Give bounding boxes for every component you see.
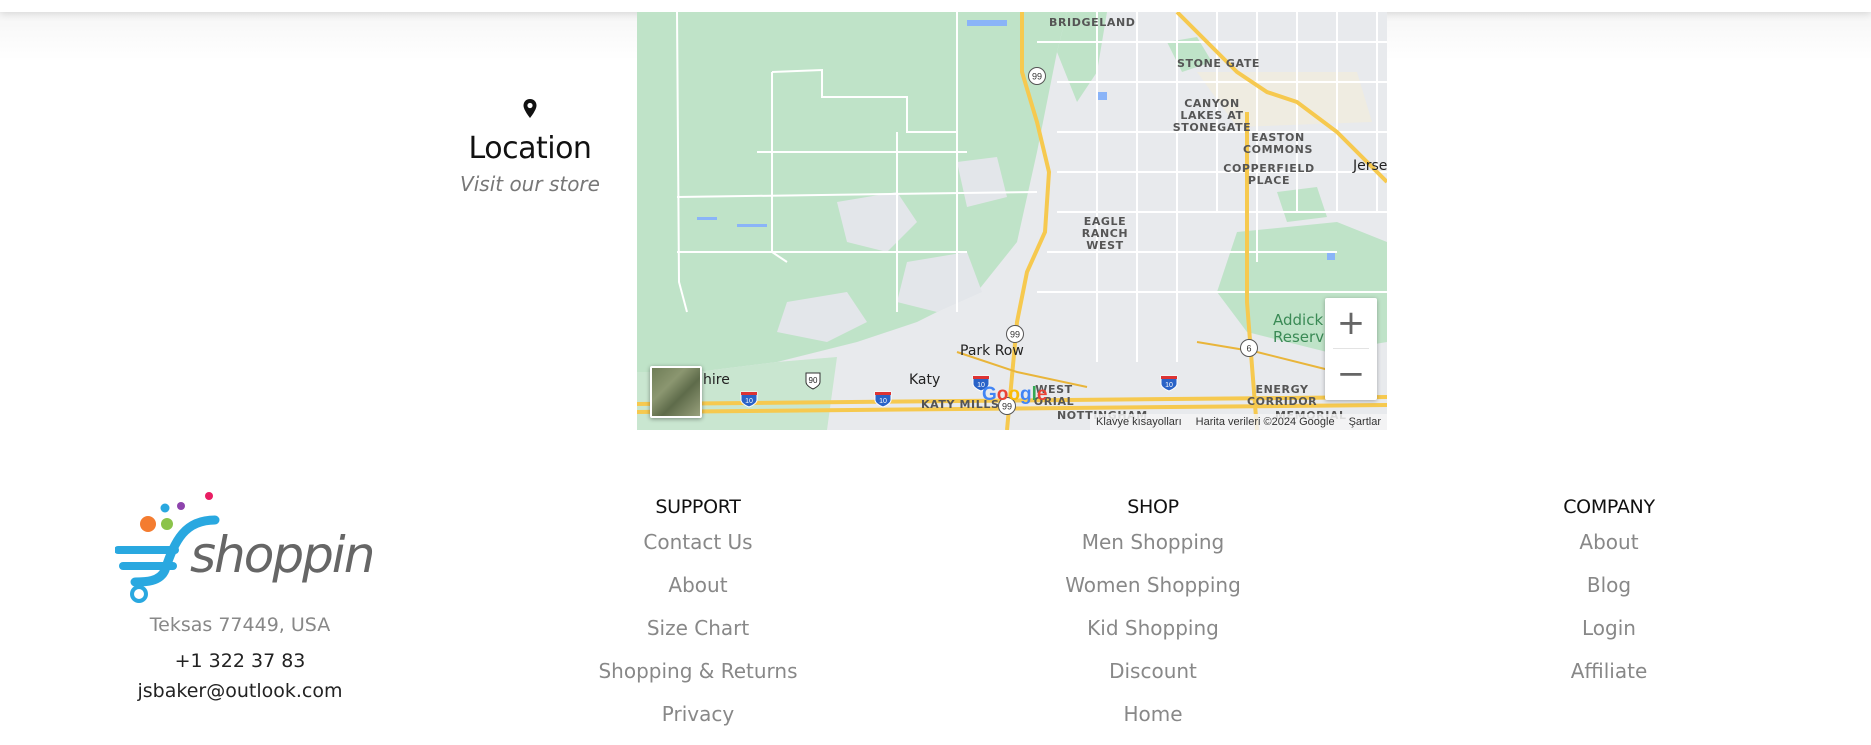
footer-link-about[interactable]: About xyxy=(548,573,848,616)
svg-text:10: 10 xyxy=(879,398,887,405)
footer-address: Teksas 77449, USA xyxy=(149,614,331,636)
place-easton-commons: EASTON COMMONS xyxy=(1243,131,1313,156)
place-jersey: Jerse xyxy=(1353,158,1387,174)
footer-link-kid-shopping[interactable]: Kid Shopping xyxy=(1003,616,1303,659)
location-block: Location Visit our store xyxy=(440,98,620,196)
footer-link-home[interactable]: Home xyxy=(1003,702,1303,745)
footer-link-company-about[interactable]: About xyxy=(1459,530,1759,573)
interstate-shield-icon: 10 xyxy=(874,391,892,408)
shop-heading: SHOP xyxy=(1127,496,1179,518)
place-hire: hire xyxy=(703,372,730,388)
footer-link-contact-us[interactable]: Contact Us xyxy=(548,530,848,573)
zoom-out-button[interactable]: − xyxy=(1325,349,1377,399)
map-canvas[interactable] xyxy=(637,12,1387,430)
zoom-in-button[interactable]: + xyxy=(1325,298,1377,348)
header-edge xyxy=(0,0,1871,12)
footer-column-support: SUPPORT Contact Us About Size Chart Shop… xyxy=(548,496,848,745)
google-map[interactable]: BRIDGELAND STONE GATE CANYON LAKES AT ST… xyxy=(637,12,1387,430)
footer-link-login[interactable]: Login xyxy=(1459,616,1759,659)
place-park-row: Park Row xyxy=(960,343,1024,359)
footer-link-affiliate[interactable]: Affiliate xyxy=(1459,659,1759,702)
footer-phone[interactable]: +1 322 37 83 xyxy=(90,650,390,672)
support-heading: SUPPORT xyxy=(655,496,741,518)
svg-text:6: 6 xyxy=(1246,344,1251,354)
place-eagle-ranch-west: EAGLE RANCH WEST xyxy=(1081,215,1129,252)
footer-link-men-shopping[interactable]: Men Shopping xyxy=(1003,530,1303,573)
place-canyon-lakes: CANYON LAKES AT STONEGATE xyxy=(1172,97,1252,134)
footer-link-blog[interactable]: Blog xyxy=(1459,573,1759,616)
svg-text:10: 10 xyxy=(1165,382,1173,389)
footer-link-shopping-returns[interactable]: Shopping & Returns xyxy=(548,659,848,702)
location-subtitle: Visit our store xyxy=(460,172,600,196)
route-shield-icon: 99 xyxy=(1028,67,1046,85)
map-data-credit: Harita verileri ©2024 Google xyxy=(1195,416,1335,428)
footer-link-size-chart[interactable]: Size Chart xyxy=(548,616,848,659)
us-route-shield-icon: 90 xyxy=(805,372,821,390)
svg-text:99: 99 xyxy=(1032,72,1042,82)
map-attribution: Klavye kısayolları Harita verileri ©2024… xyxy=(1090,414,1387,430)
place-stone-gate: STONE GATE xyxy=(1177,57,1261,70)
company-heading: COMPANY xyxy=(1563,496,1655,518)
zoom-control: + − xyxy=(1325,298,1377,400)
google-logo: Google xyxy=(982,384,1048,405)
svg-text:99: 99 xyxy=(1010,330,1020,340)
brand-logo[interactable]: shopping xyxy=(115,490,375,605)
footer-link-women-shopping[interactable]: Women Shopping xyxy=(1003,573,1303,616)
brand-name: shopping xyxy=(190,526,375,584)
location-title: Location xyxy=(468,131,592,166)
interstate-shield-icon: 10 xyxy=(1160,375,1178,392)
route-shield-icon: 99 xyxy=(1006,325,1024,343)
footer-link-discount[interactable]: Discount xyxy=(1003,659,1303,702)
svg-text:90: 90 xyxy=(809,376,818,385)
footer-link-privacy[interactable]: Privacy xyxy=(548,702,848,745)
svg-text:10: 10 xyxy=(745,398,753,405)
footer-email[interactable]: jsbaker@outlook.com xyxy=(90,680,390,702)
footer-column-shop: SHOP Men Shopping Women Shopping Kid Sho… xyxy=(1003,496,1303,745)
place-energy-corridor: ENERGY CORRIDOR xyxy=(1247,383,1318,408)
interstate-shield-icon: 10 xyxy=(740,391,758,408)
map-pin-icon xyxy=(523,99,537,118)
place-copperfield-place: COPPERFIELD PLACE xyxy=(1223,162,1315,187)
keyboard-shortcuts-link[interactable]: Klavye kısayolları xyxy=(1096,416,1182,428)
footer-column-company: COMPANY About Blog Login Affiliate xyxy=(1459,496,1759,702)
route-shield-icon: 6 xyxy=(1240,339,1258,357)
place-katy: Katy xyxy=(909,372,941,388)
terms-link[interactable]: Şartlar xyxy=(1349,416,1381,428)
place-bridgeland: BRIDGELAND xyxy=(1049,16,1136,29)
satellite-layer-toggle[interactable] xyxy=(650,366,702,418)
